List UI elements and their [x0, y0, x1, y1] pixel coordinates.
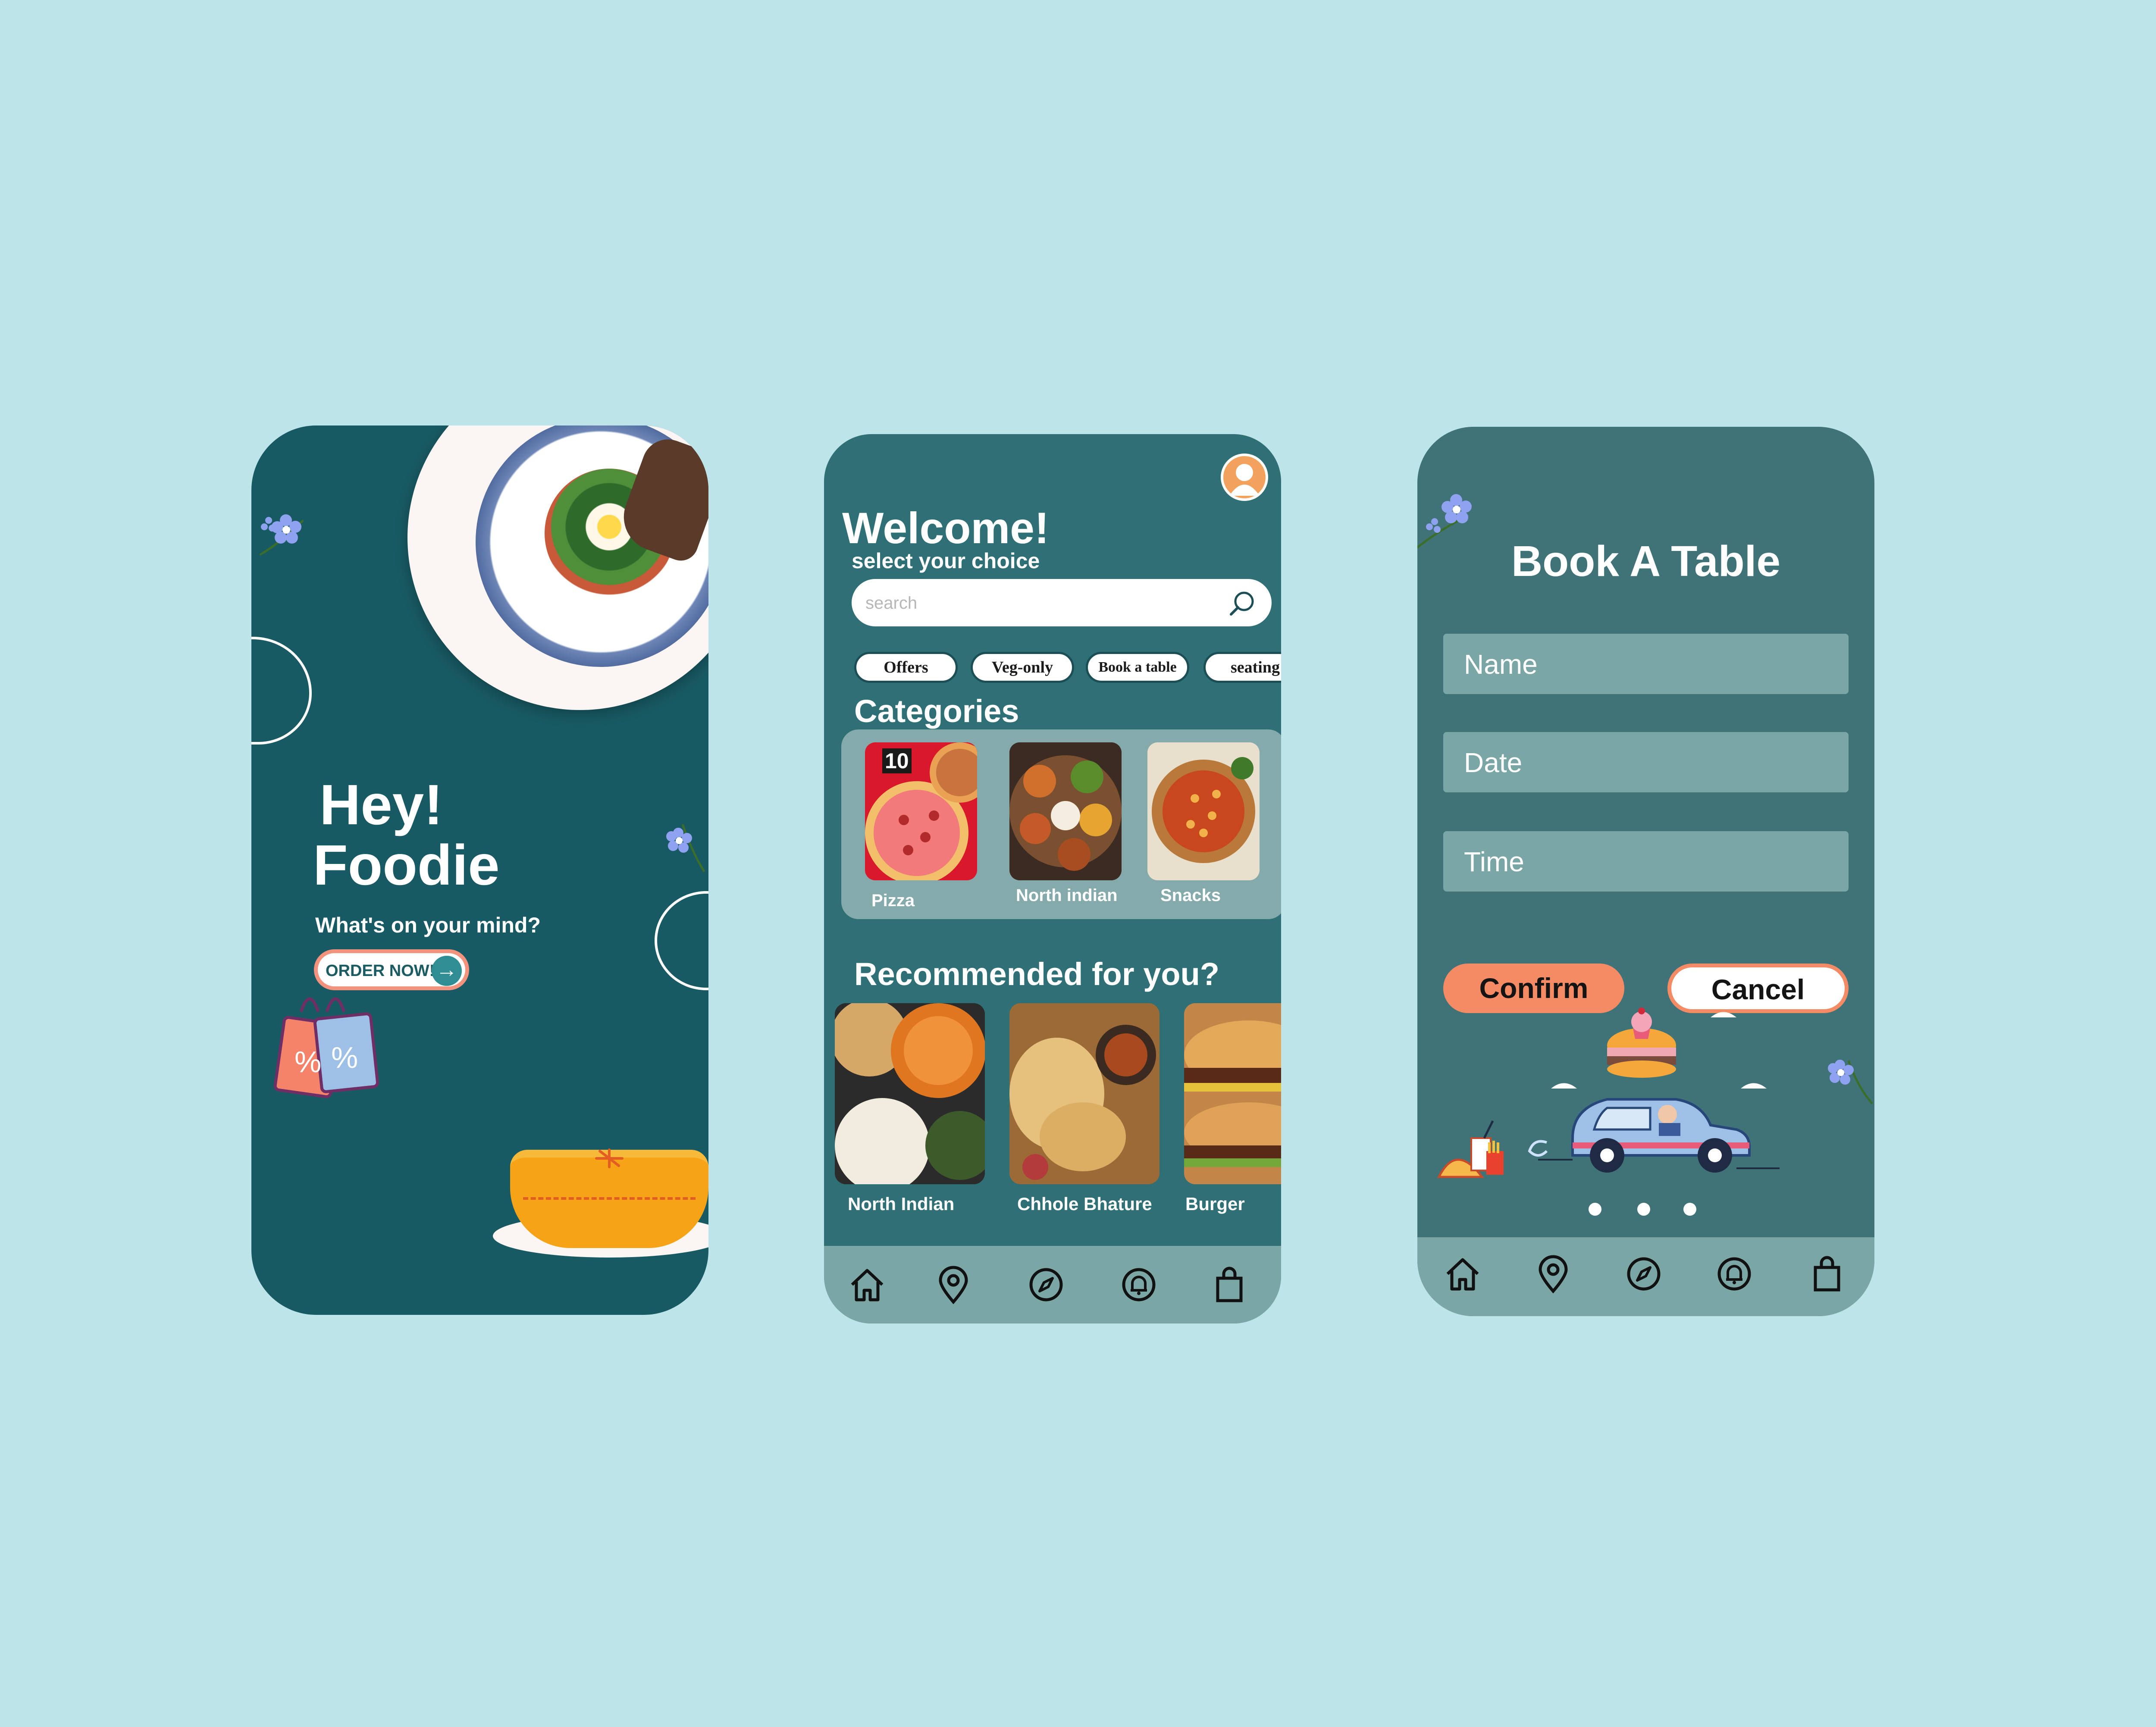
outline-decoration	[655, 891, 708, 990]
arrow-right-icon: →	[432, 956, 462, 986]
home-screen: Welcome! select your choice Offers Veg-o…	[824, 434, 1281, 1323]
home-icon[interactable]	[848, 1265, 887, 1304]
bag-icon[interactable]	[1808, 1255, 1846, 1293]
order-now-label: ORDER NOW!	[326, 962, 435, 980]
category-label-pizza: Pizza	[871, 891, 915, 910]
recommended-label-burger: Burger	[1185, 1194, 1245, 1214]
date-field[interactable]	[1443, 732, 1849, 792]
chip-seating[interactable]: seating	[1203, 652, 1281, 683]
chip-veg-only[interactable]: Veg-only	[971, 652, 1074, 683]
order-now-button[interactable]: ORDER NOW! →	[314, 949, 469, 990]
chip-book-a-table[interactable]: Book a table	[1086, 652, 1189, 683]
recommended-north-indian[interactable]	[835, 1003, 985, 1184]
category-label-snacks: Snacks	[1160, 886, 1221, 905]
svg-text:%: %	[295, 1045, 321, 1079]
book-table-title: Book A Table	[1511, 537, 1781, 585]
time-field[interactable]	[1443, 831, 1849, 892]
bag-icon[interactable]	[1210, 1265, 1249, 1304]
location-icon[interactable]	[934, 1265, 973, 1304]
recommended-chhole-bhature[interactable]	[1009, 1003, 1159, 1184]
outline-decoration	[251, 637, 312, 745]
home-icon[interactable]	[1443, 1255, 1482, 1293]
bottom-navigation	[824, 1246, 1281, 1323]
category-north-indian[interactable]	[1009, 742, 1122, 880]
compass-icon[interactable]	[1624, 1255, 1663, 1293]
delivery-car-illustration	[1437, 1007, 1780, 1178]
burger-image	[1184, 1003, 1281, 1184]
pie-decoration	[523, 1184, 696, 1200]
flower-decoration-icon	[1828, 1060, 1873, 1104]
name-input[interactable]	[1463, 646, 1836, 683]
shopping-bags-illustration: % %	[273, 997, 379, 1098]
pie-vent-icon	[595, 1148, 624, 1168]
pizza-badge: 10	[882, 748, 912, 773]
user-icon	[1229, 464, 1260, 496]
north-indian-spread-image	[835, 1003, 985, 1184]
category-label-north-indian: North indian	[1016, 886, 1118, 905]
hero-subtitle: What's on your mind?	[315, 913, 541, 937]
search-input[interactable]	[865, 591, 1203, 615]
snacks-bowl-image	[1147, 742, 1260, 880]
recommended-label-north-indian: North Indian	[848, 1194, 955, 1214]
bottom-navigation	[1417, 1237, 1874, 1316]
book-table-screen: Book A Table Confirm Cancel	[1417, 427, 1874, 1316]
recommended-burger[interactable]	[1184, 1003, 1281, 1184]
category-pizza[interactable]: 10	[865, 742, 977, 880]
search-icon[interactable]	[1228, 589, 1256, 617]
compass-icon[interactable]	[1027, 1265, 1065, 1304]
date-input[interactable]	[1463, 744, 1836, 781]
recommended-title: Recommended for you?	[854, 956, 1219, 992]
name-field[interactable]	[1443, 634, 1849, 694]
pagination-dot[interactable]	[1637, 1203, 1650, 1216]
bell-icon[interactable]	[1119, 1265, 1158, 1304]
profile-avatar[interactable]	[1221, 454, 1268, 501]
chip-offers[interactable]: Offers	[854, 652, 958, 683]
hero-title: Hey! Foodie	[313, 773, 500, 897]
bell-icon[interactable]	[1715, 1255, 1754, 1293]
category-snacks[interactable]	[1147, 742, 1260, 880]
pizza-image	[865, 742, 977, 880]
flower-decoration-icon	[666, 824, 705, 873]
time-input[interactable]	[1463, 843, 1836, 880]
search-bar[interactable]	[852, 579, 1272, 626]
chhole-bhature-image	[1009, 1003, 1159, 1184]
foodie-intro-screen: Hey! Foodie What's on your mind? ORDER N…	[251, 425, 708, 1315]
pagination-dot[interactable]	[1683, 1203, 1696, 1216]
flower-decoration-icon	[259, 514, 304, 556]
location-icon[interactable]	[1534, 1255, 1573, 1293]
svg-text:%: %	[331, 1041, 358, 1074]
pagination-dot[interactable]	[1589, 1203, 1601, 1216]
recommended-label-chhole-bhature: Chhole Bhature	[1017, 1194, 1152, 1214]
welcome-title: Welcome!	[842, 504, 1049, 553]
north-indian-thali-image	[1009, 742, 1122, 880]
categories-title: Categories	[854, 693, 1019, 729]
welcome-subtitle: select your choice	[852, 549, 1040, 573]
